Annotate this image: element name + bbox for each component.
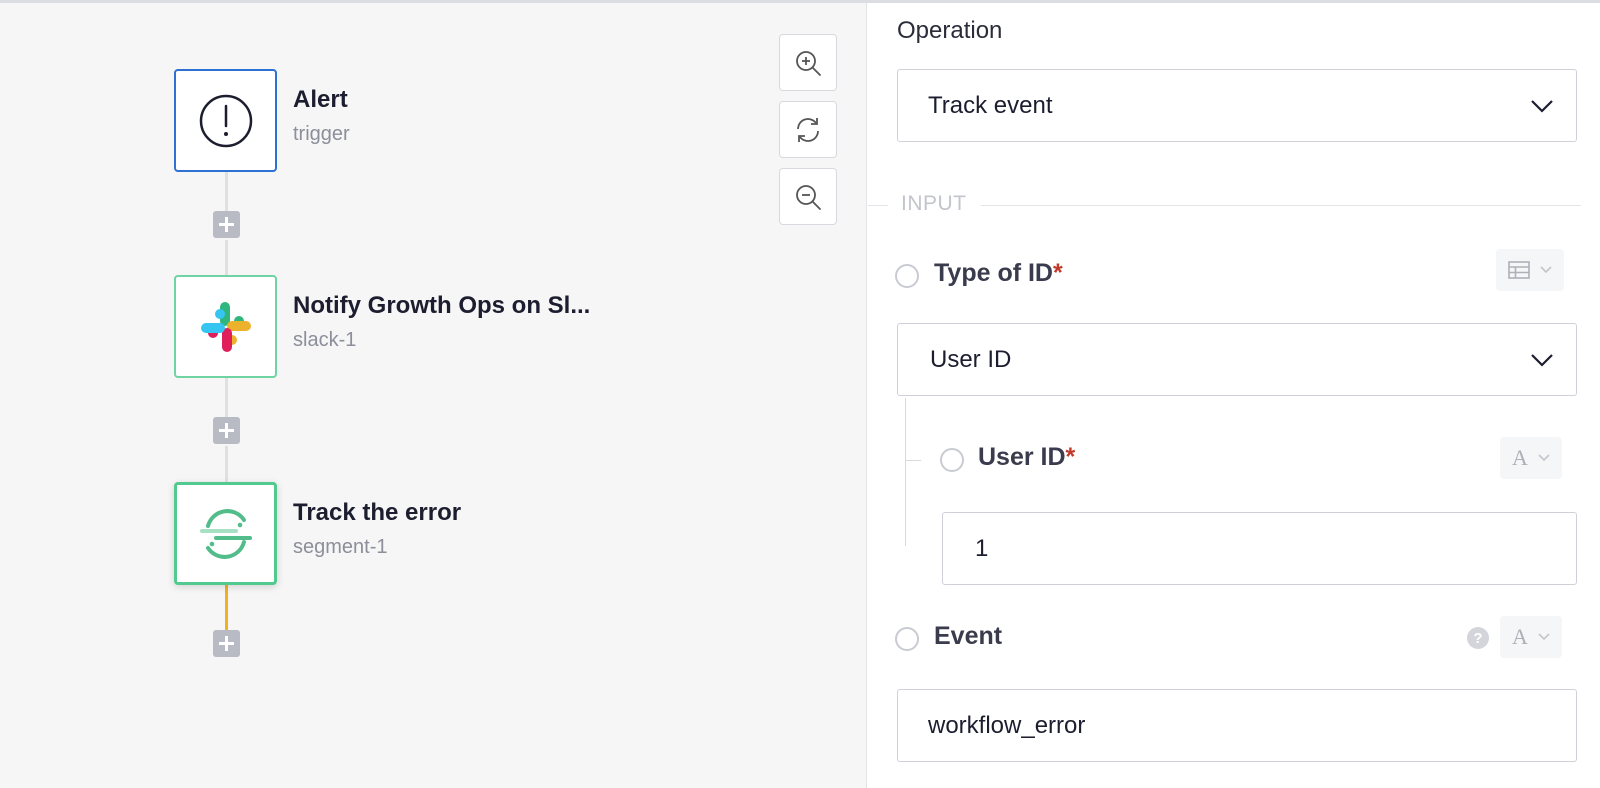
node-title: Track the error: [293, 499, 462, 526]
event-input[interactable]: workflow_error: [897, 689, 1577, 762]
text-type-icon: A: [1512, 445, 1528, 470]
divider: [981, 205, 1581, 206]
plus-icon: [219, 423, 234, 438]
user-id-mode-toggle[interactable]: A: [1500, 437, 1562, 479]
text-type-icon: A: [1512, 624, 1528, 649]
divider: [868, 205, 888, 206]
reset-zoom-button[interactable]: [779, 101, 837, 158]
operation-value: Track event: [928, 91, 1053, 119]
event-mode-toggle[interactable]: A: [1500, 616, 1562, 658]
type-of-id-value: User ID: [930, 345, 1012, 373]
refresh-icon: [797, 117, 819, 142]
chevron-down-icon: [1531, 353, 1553, 367]
operation-select[interactable]: Track event: [897, 69, 1577, 142]
slack-icon: [200, 301, 251, 352]
node-subtitle: trigger: [293, 123, 350, 145]
chevron-down-icon: [1540, 266, 1552, 274]
user-id-radio[interactable]: [940, 448, 964, 472]
workflow-node-slack[interactable]: [174, 275, 277, 378]
zoom-out-button[interactable]: [779, 168, 837, 225]
table-icon: [1508, 261, 1530, 279]
user-id-input[interactable]: 1: [942, 512, 1577, 585]
add-step-button[interactable]: [213, 211, 240, 238]
event-label: Event: [934, 622, 1003, 650]
alert-icon: [199, 94, 252, 147]
plus-icon: [219, 636, 234, 651]
node-title: Notify Growth Ops on Sl...: [293, 292, 591, 319]
node-title: Alert: [293, 86, 348, 113]
chevron-down-icon: [1538, 633, 1550, 641]
event-radio[interactable]: [895, 627, 919, 651]
chevron-down-icon: [1538, 454, 1550, 462]
workflow-node-alert[interactable]: [174, 69, 277, 172]
connector: [225, 446, 228, 482]
type-of-id-select[interactable]: User ID: [897, 323, 1577, 396]
step-config-panel: Operation Track event INPUT Type of ID* …: [868, 3, 1600, 788]
add-step-button[interactable]: [213, 417, 240, 444]
tree-connector: [905, 398, 906, 546]
type-of-id-mode-toggle[interactable]: [1496, 249, 1564, 291]
zoom-in-icon: [796, 50, 821, 76]
type-of-id-radio[interactable]: [895, 264, 919, 288]
type-of-id-label: Type of ID*: [934, 259, 1063, 287]
zoom-in-button[interactable]: [779, 34, 837, 91]
connector: [225, 171, 228, 211]
section-title: INPUT: [901, 192, 967, 215]
active-connector: [225, 585, 228, 630]
chevron-down-icon: [1531, 99, 1553, 113]
event-value: workflow_error: [928, 711, 1086, 739]
node-subtitle: slack-1: [293, 329, 357, 351]
workflow-canvas[interactable]: Alert trigger Notify Growth Ops on Sl...…: [0, 3, 867, 788]
operation-label: Operation: [897, 17, 1003, 44]
zoom-out-icon: [796, 184, 821, 210]
connector: [225, 240, 228, 275]
tree-connector: [905, 460, 921, 461]
plus-icon: [219, 217, 234, 232]
segment-icon: [199, 508, 252, 559]
add-step-button[interactable]: [213, 630, 240, 657]
user-id-label: User ID*: [978, 443, 1076, 471]
help-icon[interactable]: ?: [1467, 627, 1489, 649]
connector: [225, 377, 228, 417]
user-id-value: 1: [975, 534, 989, 562]
workflow-node-segment[interactable]: [174, 482, 277, 585]
node-subtitle: segment-1: [293, 536, 388, 558]
